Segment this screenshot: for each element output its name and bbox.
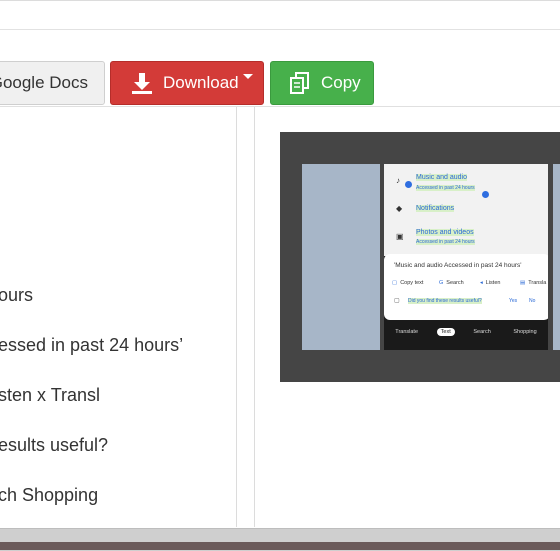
google-docs-label: Google Docs	[0, 73, 88, 92]
lens-result-card: 'Music and audio Accessed in past 24 hou…	[384, 254, 548, 320]
phone-screenshot: ♪ Music and audio Accessed in past 24 ho…	[384, 164, 548, 350]
phone-item-photos-sub: Accessed in past 24 hours	[416, 239, 475, 245]
speaker-icon: ◂	[480, 280, 483, 286]
google-icon: G	[439, 280, 444, 286]
text-result-panel[interactable]: ours essed in past 24 hours’ sten x Tran…	[0, 107, 237, 527]
download-button[interactable]: Download	[110, 61, 264, 105]
copy-text-action: ▢ Copy text	[392, 280, 424, 286]
phone-item-music-sub: Accessed in past 24 hours	[416, 185, 475, 191]
bottom-image-strip	[0, 542, 560, 550]
copy-icon	[290, 72, 309, 94]
search-action: G Search	[439, 280, 464, 286]
phone-tab: Shopping	[513, 329, 537, 335]
copy-icon: ▢	[392, 280, 398, 286]
listen-action: ◂ Listen	[480, 280, 501, 286]
chevron-down-icon[interactable]	[242, 73, 253, 79]
feedback-question: Did you find these results useful?	[408, 298, 482, 304]
address-bar	[0, 0, 560, 30]
phone-tab-bar: Translate Text Search Shopping	[384, 324, 548, 340]
copy-button[interactable]: Copy	[270, 61, 374, 105]
phone-tab-active: Text	[436, 328, 455, 336]
phone-screenshot-right	[553, 164, 560, 350]
feedback-yes: Yes	[509, 298, 518, 304]
copy-label: Copy	[321, 73, 361, 92]
phone-screenshot-left	[302, 164, 380, 350]
translate-icon: ▤	[520, 280, 526, 286]
text-line: ours	[0, 285, 34, 305]
card-quote: 'Music and audio Accessed in past 24 hou…	[394, 262, 522, 269]
phone-item-music: Music and audio	[416, 174, 467, 181]
music-note-icon: ♪	[396, 176, 400, 185]
feedback-no: No	[529, 298, 536, 304]
phone-tab: Translate	[395, 329, 419, 335]
google-docs-button[interactable]: Google Docs	[0, 61, 105, 105]
download-label: Download	[163, 73, 239, 92]
phone-settings-list: ♪ Music and audio Accessed in past 24 ho…	[384, 164, 548, 256]
feedback-icon: ▢	[394, 298, 400, 304]
text-line: sten x Transl	[0, 385, 101, 405]
bell-icon: ◆	[396, 204, 403, 213]
text-line: ch Shopping	[0, 485, 99, 505]
phone-tab: Search	[473, 329, 491, 335]
selection-handle-start	[405, 181, 412, 188]
phone-item-notifications: Notifications	[416, 205, 455, 212]
photo-icon: ▣	[396, 232, 404, 241]
download-icon	[132, 73, 152, 94]
text-line: esults useful?	[0, 435, 109, 455]
phone-item-photos: Photos and videos	[416, 229, 474, 236]
translate-action: ▤ Transla	[520, 280, 547, 286]
text-line: essed in past 24 hours’	[0, 335, 184, 355]
selection-handle-end	[482, 191, 489, 198]
